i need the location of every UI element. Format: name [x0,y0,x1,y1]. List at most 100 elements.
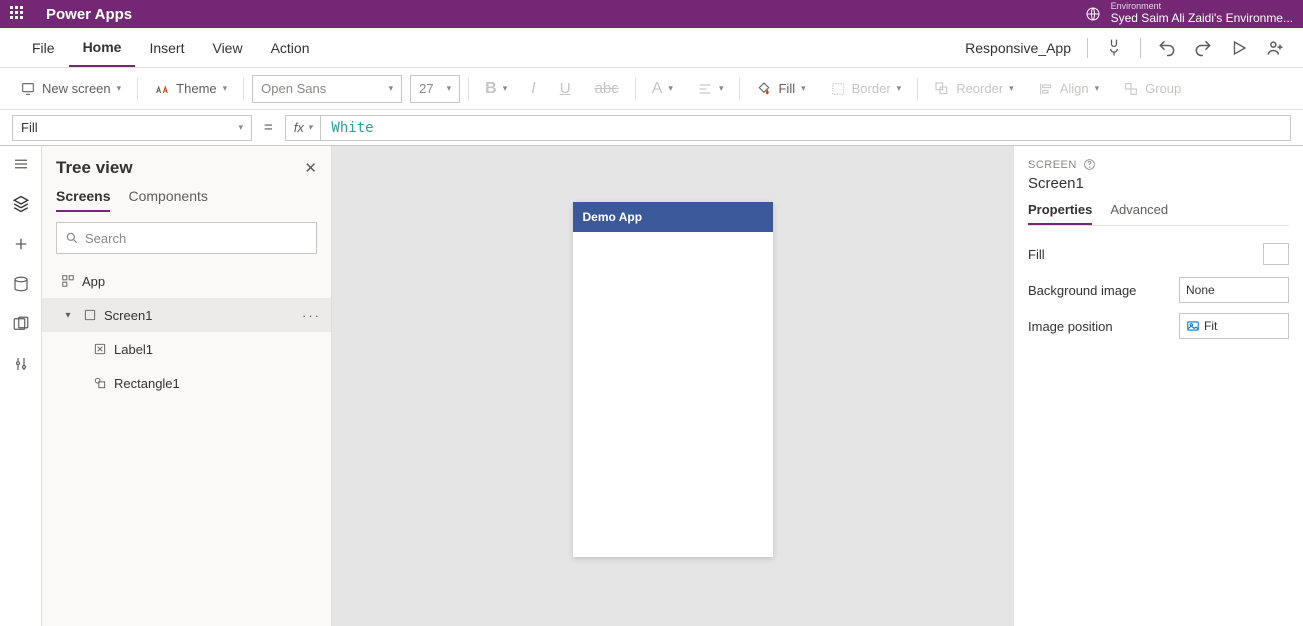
prop-fill-swatch[interactable] [1263,243,1289,265]
environment-name: Syed Saim Ali Zaidi's Environme... [1111,12,1293,25]
rail-hamburger-icon[interactable] [11,154,31,174]
divider [1140,38,1141,58]
label-icon [92,341,108,357]
tree-tab-components[interactable]: Components [128,188,207,212]
underline-icon[interactable]: U [552,68,579,109]
reorder-button[interactable]: Reorder ▾ [926,68,1022,109]
share-icon[interactable] [1265,38,1285,58]
tree-item-app[interactable]: App [42,264,331,298]
menu-file[interactable]: File [18,28,69,67]
prop-bgimage-value: None [1186,283,1215,297]
title-bar: Power Apps Environment Syed Saim Ali Zai… [0,0,1303,28]
canvas-area[interactable]: Demo App [332,146,1013,626]
help-icon[interactable] [1083,158,1096,171]
rail-tools-icon[interactable] [11,354,31,374]
tree-search-placeholder: Search [85,231,126,246]
fill-label: Fill [778,81,795,96]
screen-preview-header[interactable]: Demo App [573,202,773,232]
tree-item-rectangle1[interactable]: Rectangle1 [42,366,331,400]
properties-panel: SCREEN Screen1 Properties Advanced Fill … [1013,146,1303,626]
group-button[interactable]: Group [1115,68,1189,109]
environment-icon [1085,6,1101,22]
align-button[interactable]: Align ▾ [1030,68,1107,109]
equals-sign: = [260,119,277,136]
rail-tree-view-icon[interactable] [11,194,31,214]
menu-action[interactable]: Action [257,28,324,67]
font-color-icon[interactable]: A▾ [644,68,681,109]
tree-item-more-icon[interactable]: ··· [302,308,321,323]
bold-icon[interactable]: B▾ [477,68,515,109]
new-screen-label: New screen [42,81,111,96]
fill-button[interactable]: Fill ▾ [748,68,813,109]
theme-button[interactable]: Theme ▾ [146,68,235,109]
tree-tab-screens[interactable]: Screens [56,188,110,212]
tree-item-screen1-label: Screen1 [104,308,152,323]
left-rail [0,146,42,626]
menu-view[interactable]: View [198,28,256,67]
rail-insert-icon[interactable] [11,234,31,254]
formula-bar: Fill ▾ = fx ▾ White [0,110,1303,146]
screen-preview[interactable]: Demo App [573,202,773,557]
prop-fill-label: Fill [1028,247,1263,262]
theme-label: Theme [176,81,216,96]
app-icon [60,273,76,289]
reorder-label: Reorder [956,81,1003,96]
tree-search-input[interactable]: Search [56,222,317,254]
prop-bgimage-label: Background image [1028,283,1179,298]
font-select-value: Open Sans [261,81,326,96]
text-align-icon[interactable]: ▾ [689,68,732,109]
rectangle-icon [92,375,108,391]
screen-icon [82,307,98,323]
formula-property-value: Fill [21,120,38,135]
tree-item-label1[interactable]: Label1 [42,332,331,366]
new-screen-button[interactable]: New screen ▾ [12,68,129,109]
formula-value: White [331,120,373,136]
divider [1087,38,1088,58]
chevron-down-icon[interactable]: ▾ [60,307,76,323]
app-launcher-icon[interactable] [10,6,26,22]
app-name-label[interactable]: Responsive_App [965,40,1071,56]
prop-imgpos-value: Fit [1204,319,1217,333]
font-size-value: 27 [419,81,433,96]
undo-icon[interactable] [1157,38,1177,58]
font-size-select[interactable]: 27 ▾ [410,75,460,103]
image-icon [1186,319,1200,333]
rail-data-icon[interactable] [11,274,31,294]
tree-view-title: Tree view [56,158,304,178]
fx-button[interactable]: fx ▾ [285,115,322,141]
border-label: Border [852,81,891,96]
properties-section-label: SCREEN [1028,159,1077,171]
italic-icon[interactable]: I [523,68,543,109]
prop-bgimage-select[interactable]: None [1179,277,1289,303]
formula-input[interactable]: White [321,115,1291,141]
rail-media-icon[interactable] [11,314,31,334]
redo-icon[interactable] [1193,38,1213,58]
prop-row-img-pos: Image position Fit [1028,308,1289,344]
search-icon [65,231,79,245]
tree-view-panel: Tree view ✕ Screens Components Search Ap… [42,146,332,626]
tree-item-rectangle1-label: Rectangle1 [114,376,180,391]
play-icon[interactable] [1229,38,1249,58]
strikethrough-icon[interactable]: abc [587,68,627,109]
menu-home[interactable]: Home [69,28,136,67]
font-select[interactable]: Open Sans ▾ [252,75,402,103]
prop-row-bg-image: Background image None [1028,272,1289,308]
props-tab-properties[interactable]: Properties [1028,202,1092,225]
tree-item-screen1[interactable]: ▾ Screen1 ··· [42,298,331,332]
product-name: Power Apps [46,6,132,23]
formula-property-select[interactable]: Fill ▾ [12,115,252,141]
props-tab-advanced[interactable]: Advanced [1110,202,1168,225]
align-label: Align [1060,81,1089,96]
main-area: Tree view ✕ Screens Components Search Ap… [0,146,1303,626]
tree-item-app-label: App [82,274,105,289]
prop-imgpos-select[interactable]: Fit [1179,313,1289,339]
environment-selector[interactable]: Environment Syed Saim Ali Zaidi's Enviro… [1111,2,1293,25]
close-tree-icon[interactable]: ✕ [304,159,317,177]
menu-insert[interactable]: Insert [135,28,198,67]
border-button[interactable]: Border ▾ [822,68,910,109]
toolbar: New screen ▾ Theme ▾ Open Sans ▾ 27 ▾ B▾… [0,68,1303,110]
menu-bar: File Home Insert View Action Responsive_… [0,28,1303,68]
app-checker-icon[interactable] [1104,38,1124,58]
fx-label: fx [294,120,304,135]
environment-label: Environment [1111,2,1293,12]
